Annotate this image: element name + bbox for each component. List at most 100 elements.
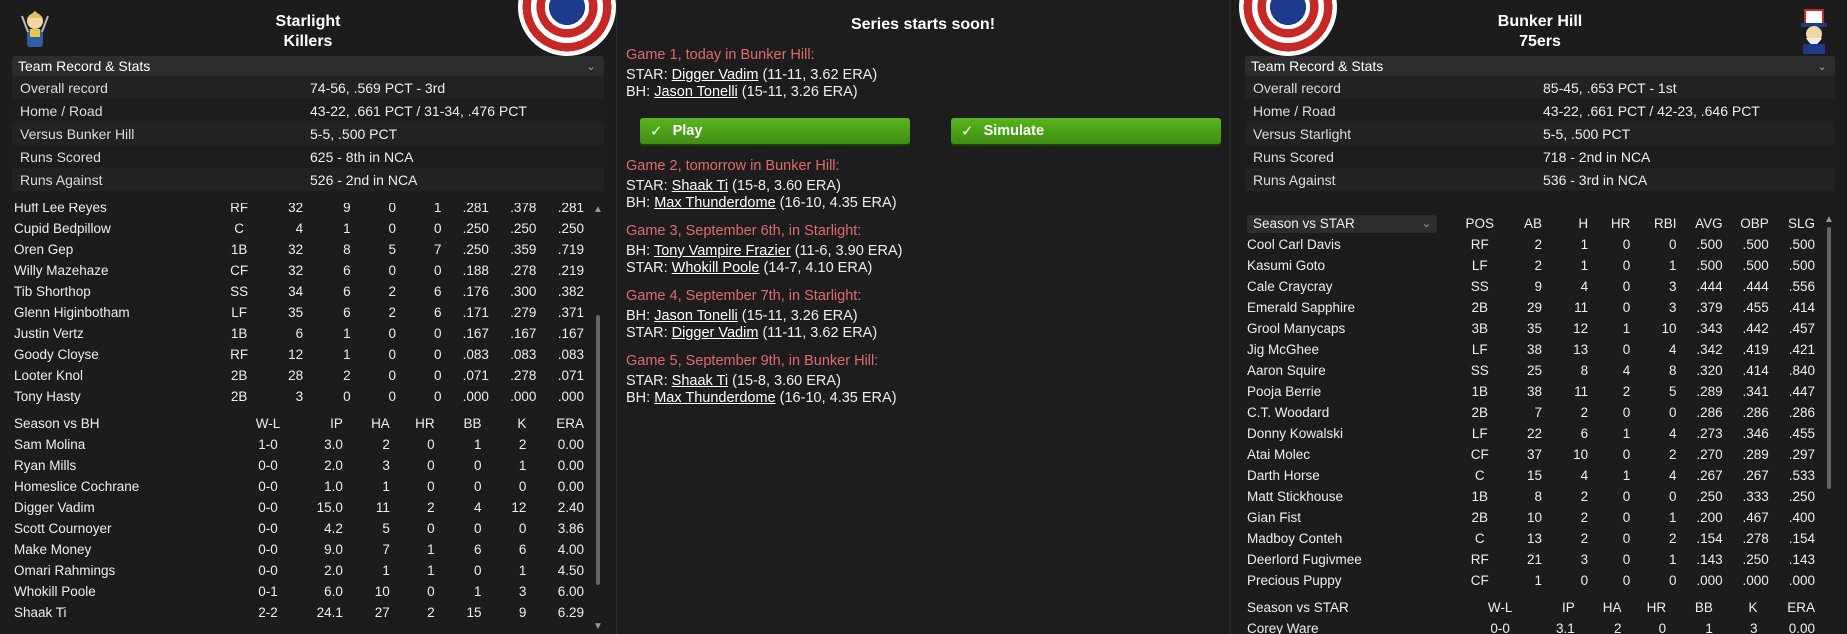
- stat-value: 625 - 8th in NCA: [310, 148, 414, 165]
- batter-row[interactable]: Cale Craycray SS 9 4 0 3 .444 .444 .556: [1245, 276, 1819, 297]
- batter-row[interactable]: Goody Cloyse RF 12 1 0 0 .083 .083 .083: [12, 344, 588, 365]
- batter-row[interactable]: Looter Knol 2B 28 2 0 0 .071 .278 .071: [12, 365, 588, 386]
- col-header[interactable]: IP: [289, 413, 347, 434]
- batter-row[interactable]: Cool Carl Davis RF 2 1 0 0 .500 .500 .500: [1245, 234, 1819, 255]
- col-header[interactable]: AB: [1500, 213, 1546, 234]
- stat-cell: 8: [1580, 363, 1589, 378]
- col-header[interactable]: HR: [1592, 213, 1634, 234]
- scroll-up-icon[interactable]: ▲: [592, 205, 604, 215]
- pitcher-row[interactable]: Sam Molina 1-0 3.0 2 0 1 2 0.00: [12, 434, 588, 455]
- team-record-dropdown[interactable]: Team Record & Stats ⌄: [1245, 56, 1835, 76]
- pitcher-row[interactable]: Scott Cournoyer 0-0 4.2 5 0 0 0 3.86: [12, 518, 588, 539]
- away-player-stats-scroll[interactable]: Huff Lee Reyes RF 32 9 0 1.281.378.281 Cupid B…: [12, 203, 604, 634]
- stat-cell: 10: [1526, 510, 1543, 525]
- scroll-up-icon[interactable]: ▲: [1823, 215, 1835, 225]
- batting-split-select[interactable]: Season vs STAR ⌄: [1247, 214, 1437, 233]
- col-header[interactable]: ERA: [530, 413, 588, 434]
- col-header[interactable]: POS: [1460, 213, 1500, 234]
- pitcher-link[interactable]: Digger Vadim: [672, 67, 759, 83]
- player-name: Kasumi Goto: [1247, 258, 1326, 273]
- batter-row[interactable]: Justin Vertz 1B 6 1 0 0 .167 .167 .167: [12, 323, 588, 344]
- col-header[interactable]: OBP: [1727, 213, 1773, 234]
- col-header[interactable]: W-L: [1479, 597, 1522, 618]
- simulate-button[interactable]: ✓ Simulate: [951, 118, 1221, 144]
- batter-row[interactable]: C.T. Woodard 2B 7 2 0 0 .286 .286 .286: [1245, 402, 1819, 423]
- stat-cell: 2.40: [557, 500, 584, 515]
- batter-row[interactable]: Donny Kowalski LF 22 6 1 4 .273 .346 .455: [1245, 423, 1819, 444]
- batter-row[interactable]: Precious Puppy CF 1 0 0 0 .000 .000 .000: [1245, 570, 1819, 591]
- pitcher-link[interactable]: Max Thunderdome: [654, 390, 775, 406]
- stat-cell: 11: [375, 500, 390, 515]
- col-header[interactable]: HR: [394, 413, 439, 434]
- pitcher-row[interactable]: Whokill Poole 0-1 6.0 10 0 1 3 6.00: [12, 581, 588, 602]
- play-button[interactable]: ✓ Play: [640, 118, 910, 144]
- scroll-thumb[interactable]: [596, 315, 600, 585]
- stat-cell: 0: [1622, 300, 1631, 315]
- pitcher-link[interactable]: Tony Vampire Frazier: [654, 243, 791, 259]
- batter-row[interactable]: Huff Lee Reyes RF 32 9 0 1 .281 .378 .281: [12, 203, 588, 218]
- stat-cell: .281: [462, 203, 489, 215]
- pitcher-link[interactable]: Jason Tonelli: [654, 308, 738, 324]
- pitcher-link[interactable]: Shaak Ti: [672, 373, 728, 389]
- col-header[interactable]: W-L: [247, 413, 290, 434]
- batter-row[interactable]: Glenn Higinbotham LF 35 6 2 6 .171 .279 .371: [12, 302, 588, 323]
- batter-row[interactable]: Grool Manycaps 3B 35 12 1 10 .343 .442 .457: [1245, 318, 1819, 339]
- batter-row[interactable]: Darth Horse C 15 4 1 4 .267 .267 .533: [1245, 465, 1819, 486]
- home-player-stats-scroll[interactable]: Season vs STAR ⌄ POS AB H HR RBI AVG OBP…: [1245, 213, 1835, 634]
- batter-row[interactable]: Gian Fist 2B 10 2 0 1 .200 .467 .400: [1245, 507, 1819, 528]
- batter-row[interactable]: Jig McGhee LF 38 13 0 4 .342 .419 .421: [1245, 339, 1819, 360]
- col-header[interactable]: SLG: [1773, 213, 1819, 234]
- batter-row[interactable]: Cupid Bedpillow C 4 1 0 0 .250 .250 .250: [12, 218, 588, 239]
- pitcher-row[interactable]: Omari Rahmings 0-0 2.0 1 1 0 1 4.50: [12, 560, 588, 581]
- col-header[interactable]: K: [486, 413, 531, 434]
- col-header[interactable]: ERA: [1762, 597, 1819, 618]
- batter-row[interactable]: Matt Stickhouse 1B 8 2 0 0 .250 .333 .250: [1245, 486, 1819, 507]
- pitcher-link[interactable]: Whokill Poole: [672, 260, 760, 276]
- batter-row[interactable]: Deerlord Fugivmee RF 21 3 0 1 .143 .250 .143: [1245, 549, 1819, 570]
- pitcher-row[interactable]: Shaak Ti 2-2 24.1 27 2 15 9 6.29: [12, 602, 588, 623]
- col-header[interactable]: H: [1546, 213, 1592, 234]
- col-header[interactable]: RBI: [1634, 213, 1680, 234]
- batter-row[interactable]: Tony Hasty 2B 3 0 0 0 .000 .000 .000: [12, 386, 588, 407]
- batter-row[interactable]: Madboy Conteh C 13 2 0 2 .154 .278 .154: [1245, 528, 1819, 549]
- stat-cell: .342: [1696, 342, 1723, 357]
- stat-cell: 2: [1580, 489, 1589, 504]
- pitcher-row[interactable]: Make Money 0-0 9.0 7 1 6 6 4.00: [12, 539, 588, 560]
- stat-cell: 0-0: [1490, 621, 1510, 634]
- pitcher-link[interactable]: Max Thunderdome: [654, 195, 775, 211]
- pitcher-row[interactable]: Homeslice Cochrane 0-0 1.0 1 0 0 0 0.00: [12, 476, 588, 497]
- stat-cell: 1: [1580, 237, 1589, 252]
- col-header[interactable]: HA: [347, 413, 394, 434]
- batter-row[interactable]: Atai Molec CF 37 10 0 2 .270 .289 .297: [1245, 444, 1819, 465]
- col-header[interactable]: HR: [1626, 597, 1671, 618]
- stat-cell: .250: [557, 221, 584, 236]
- pitcher-link[interactable]: Digger Vadim: [672, 325, 759, 341]
- batter-row[interactable]: Oren Gep 1B 32 8 5 7 .250 .359 .719: [12, 239, 588, 260]
- batter-row[interactable]: Aaron Squire SS 25 8 4 8 .320 .414 .840: [1245, 360, 1819, 381]
- pitcher-row[interactable]: Corey Ware 0-0 3.1 2 0 1 3 0.00: [1245, 618, 1819, 634]
- pitcher-link[interactable]: Shaak Ti: [672, 178, 728, 194]
- batter-row[interactable]: Pooja Berrie 1B 38 11 2 5 .289 .341 .447: [1245, 381, 1819, 402]
- col-header[interactable]: HA: [1579, 597, 1626, 618]
- stat-cell: 12: [1573, 321, 1589, 336]
- batter-row[interactable]: Emerald Sapphire 2B 29 11 0 3 .379 .455 .414: [1245, 297, 1819, 318]
- pitcher-link[interactable]: Jason Tonelli: [654, 84, 738, 100]
- chevron-down-icon: ⌄: [1421, 218, 1431, 230]
- stat-cell: .286: [1742, 405, 1769, 420]
- team-record-dropdown[interactable]: Team Record & Stats ⌄: [12, 56, 604, 76]
- pitcher-row[interactable]: Digger Vadim 0-0 15.0 11 2 4 12 2.40: [12, 497, 588, 518]
- stat-cell: 3.86: [557, 521, 584, 536]
- col-header[interactable]: BB: [439, 413, 486, 434]
- batter-row[interactable]: Kasumi Goto LF 2 1 0 1 .500 .500 .500: [1245, 255, 1819, 276]
- away-scrollbar[interactable]: ▲ ▼: [592, 203, 604, 634]
- pitcher-row[interactable]: Ryan Mills 0-0 2.0 3 0 0 1 0.00: [12, 455, 588, 476]
- col-header[interactable]: AVG: [1680, 213, 1726, 234]
- home-scrollbar[interactable]: ▲: [1823, 213, 1835, 634]
- col-header[interactable]: K: [1717, 597, 1762, 618]
- col-header[interactable]: BB: [1670, 597, 1717, 618]
- scroll-down-icon[interactable]: ▼: [592, 622, 604, 632]
- batter-row[interactable]: Willy Mazehaze CF 32 6 0 0 .188 .278 .219: [12, 260, 588, 281]
- batter-row[interactable]: Tib Shorthop SS 34 6 2 6 .176 .300 .382: [12, 281, 588, 302]
- scroll-thumb[interactable]: [1827, 227, 1831, 489]
- col-header[interactable]: IP: [1521, 597, 1578, 618]
